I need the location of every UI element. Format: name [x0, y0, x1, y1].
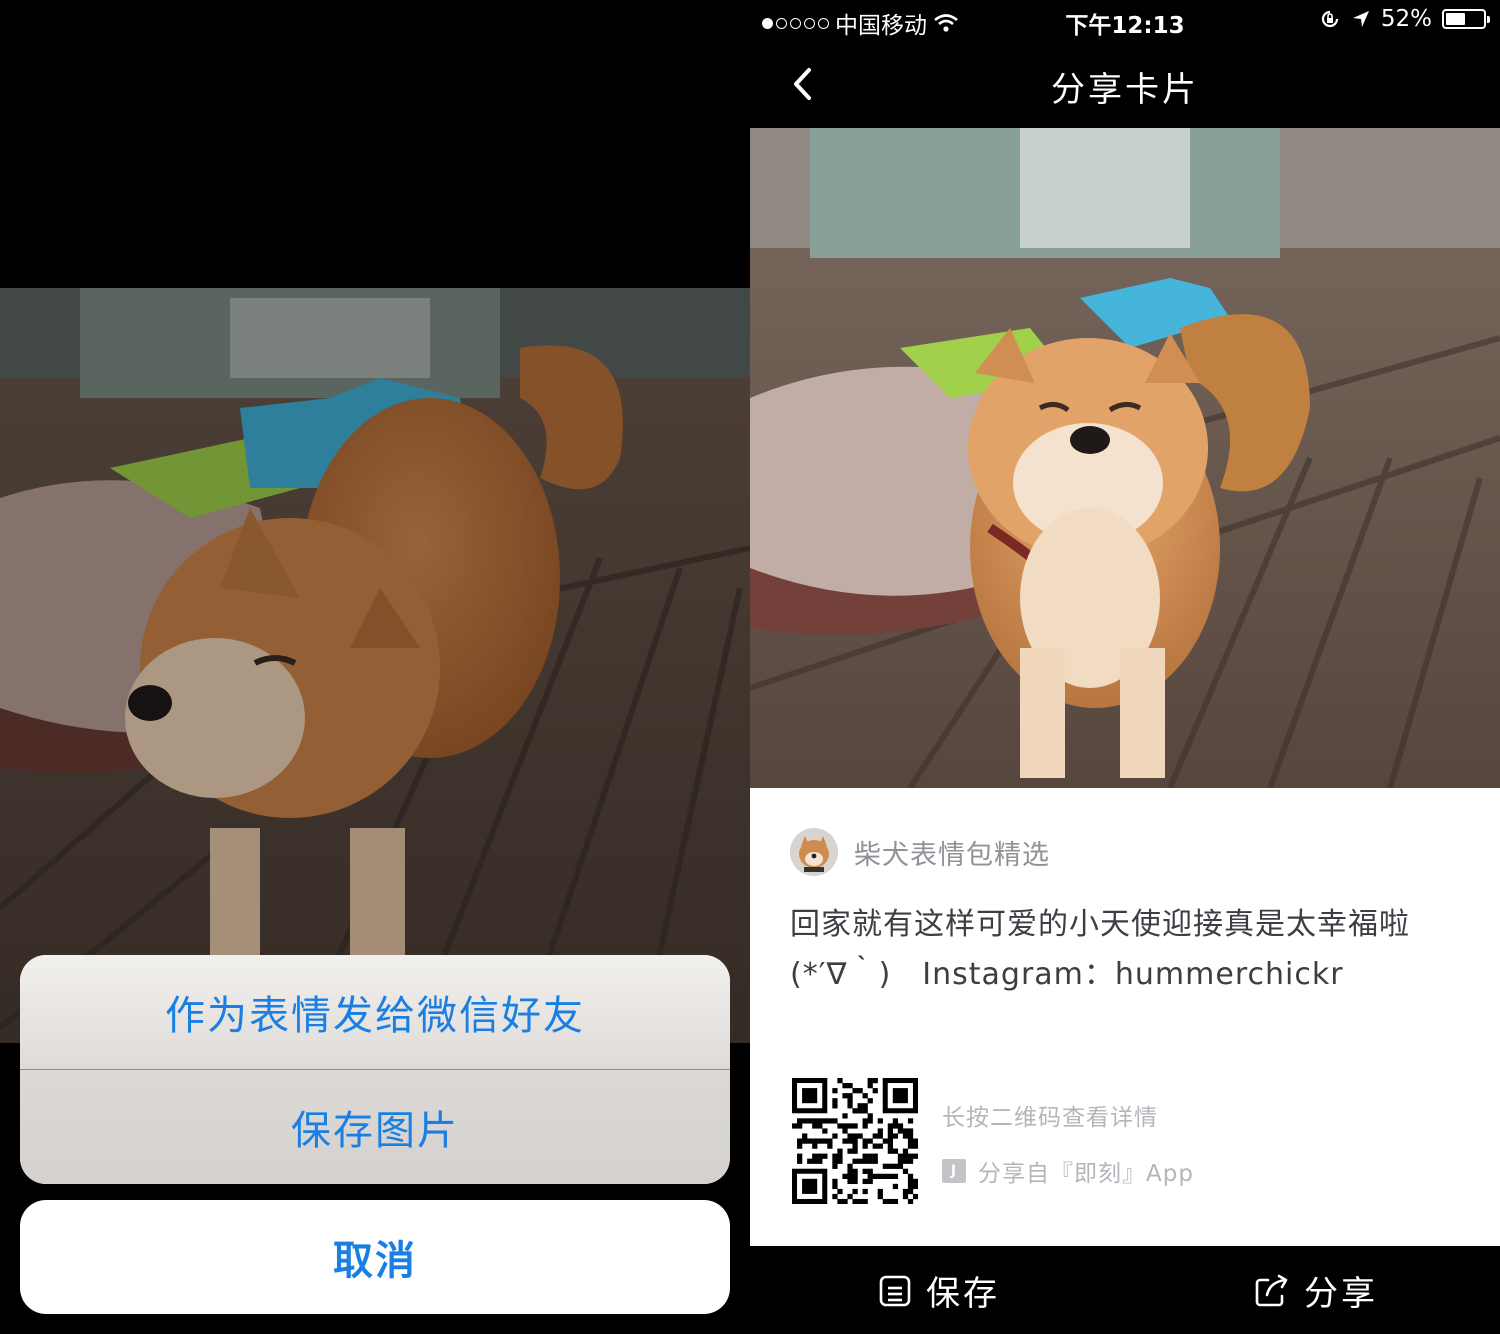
gif-viewer-pane: 作为表情发给微信好友 保存图片 取消	[0, 0, 750, 1334]
qr-code[interactable]	[792, 1078, 919, 1205]
post-text-line-2: (*′∇｀) Instagram：hummerchickr	[790, 957, 1344, 992]
post-text: 回家就有这样可爱的小天使迎接真是太幸福啦 (*′∇｀) Instagram：hu…	[790, 900, 1460, 1000]
shiba-avatar-icon	[790, 828, 838, 876]
save-icon	[879, 1275, 911, 1306]
orientation-lock-icon	[1321, 10, 1338, 28]
author-row: 柴犬表情包精选	[790, 828, 1050, 876]
share-button[interactable]: 分享	[1254, 1266, 1378, 1315]
share-icon	[1255, 1274, 1288, 1306]
share-card-screen: 中国移动 下午12:13 52% 分享卡片 柴犬表情包精选 回家就有这样可爱的小…	[750, 0, 1500, 1334]
share-source-label: 分享自『即刻』App	[978, 1161, 1194, 1187]
save-image-button[interactable]: 保存图片	[20, 1070, 730, 1184]
post-text-line-1: 回家就有这样可爱的小天使迎接真是太幸福啦	[790, 907, 1410, 942]
bottom-toolbar: 保存 分享	[750, 1246, 1500, 1334]
author-avatar	[790, 828, 838, 876]
location-arrow-icon	[1352, 11, 1369, 27]
share-card: 柴犬表情包精选 回家就有这样可爱的小天使迎接真是太幸福啦 (*′∇｀) Inst…	[750, 788, 1500, 1246]
page-title: 分享卡片	[1051, 70, 1199, 110]
status-right: 52%	[1319, 6, 1490, 32]
dog-photo-illustration	[750, 128, 1500, 788]
send-as-sticker-button[interactable]: 作为表情发给微信好友	[20, 955, 730, 1069]
cancel-button[interactable]: 取消	[20, 1200, 730, 1314]
qr-hint-text: 长按二维码查看详情	[942, 1105, 1158, 1131]
share-source: J 分享自『即刻』App	[942, 1154, 1194, 1188]
battery-level-fill	[1446, 13, 1465, 25]
nav-bar: 分享卡片	[750, 40, 1500, 128]
jike-logo-icon: J	[942, 1159, 966, 1183]
qr-code-graphic	[792, 1078, 919, 1205]
share-button-label: 分享	[1304, 1274, 1378, 1314]
action-sheet: 作为表情发给微信好友 保存图片	[20, 955, 730, 1184]
author-name[interactable]: 柴犬表情包精选	[854, 833, 1050, 872]
status-bar: 中国移动 下午12:13 52%	[750, 0, 1500, 40]
save-button[interactable]: 保存	[878, 1266, 1000, 1315]
save-button-label: 保存	[926, 1274, 1000, 1314]
battery-percent: 52%	[1380, 6, 1432, 32]
battery-icon	[1442, 9, 1490, 29]
card-image	[750, 128, 1500, 788]
